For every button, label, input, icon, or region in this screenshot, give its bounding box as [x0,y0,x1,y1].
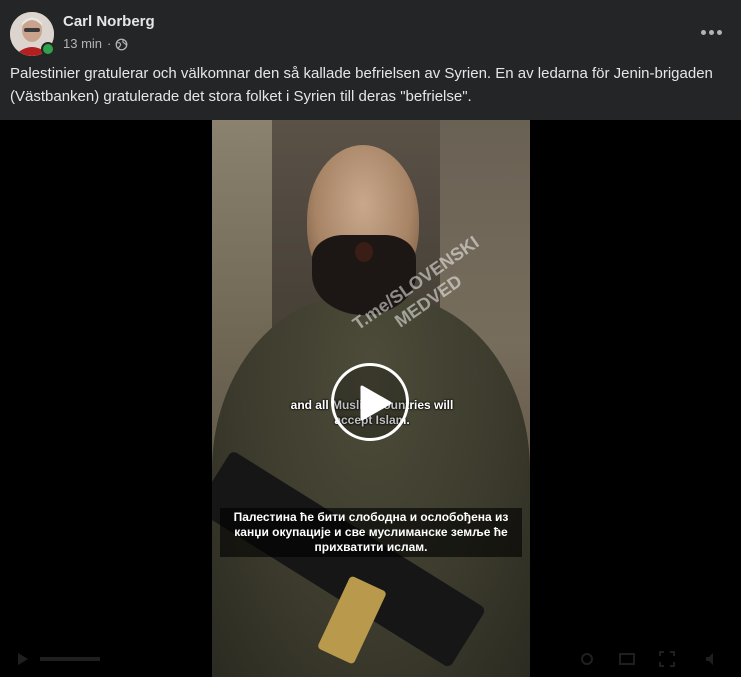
post-text: Palestinier gratulerar och välkomnar den… [10,65,713,105]
author-name[interactable]: Carl Norberg [63,13,155,31]
video-player[interactable]: T.me/SLOVENSKI MEDVED and all Muslim cou… [0,120,741,677]
play-button[interactable] [331,363,409,441]
meta-separator: · [107,36,112,51]
post-meta: 13 min · [63,36,128,52]
more-options-button[interactable] [693,20,729,44]
play-small-icon[interactable] [14,651,32,667]
fullscreen-icon[interactable] [658,651,676,667]
settings-icon[interactable] [578,651,596,667]
timestamp-placeholder-icon [40,657,100,661]
person-mouth [355,242,373,262]
more-dot [708,29,714,35]
play-icon [360,385,392,421]
captions-icon[interactable] [618,651,636,667]
video-controls [0,641,741,677]
post-header: Carl Norberg 13 min · [0,0,741,60]
video-subtitle-cyrillic: Палестина ће бити слободна и ослобођена … [220,508,522,557]
more-dot [716,29,722,35]
globe-icon[interactable] [115,38,128,51]
online-status-dot [41,42,55,56]
post-time[interactable]: 13 min [63,36,102,52]
more-dot [700,29,706,35]
feed-post: Carl Norberg 13 min · Palestinier gratul… [0,0,741,677]
volume-icon[interactable] [703,651,721,667]
